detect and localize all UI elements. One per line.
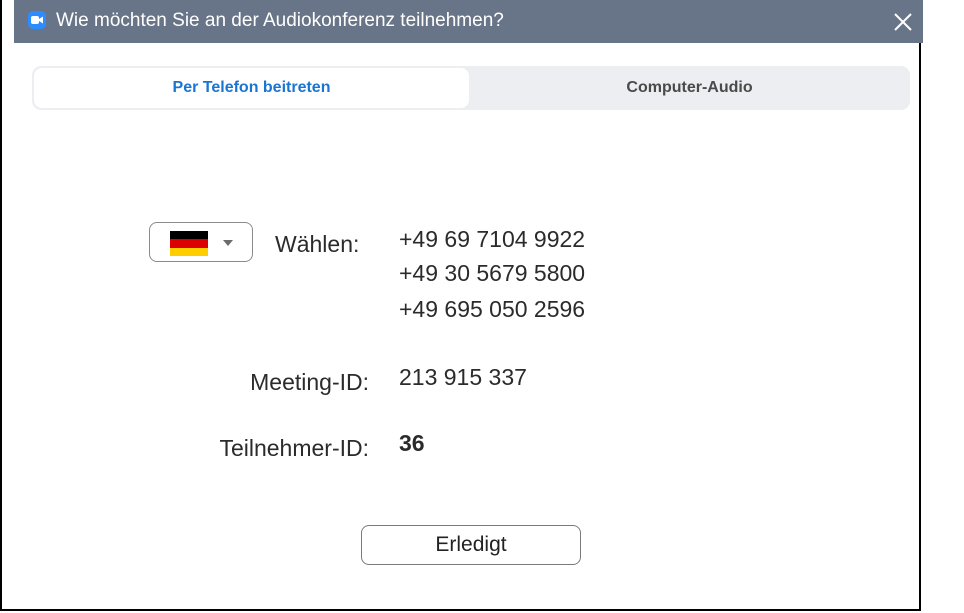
title-bar: Wie möchten Sie an der Audiokonferenz te… <box>14 0 923 43</box>
audio-tabs: Per Telefon beitreten Computer-Audio <box>32 66 910 110</box>
phone-number: +49 695 050 2596 <box>399 296 586 322</box>
participant-id-label: Teilnehmer-ID: <box>219 435 369 461</box>
country-dropdown[interactable] <box>149 222 253 262</box>
germany-flag-icon <box>170 231 208 256</box>
phone-number: +49 30 5679 5800 <box>399 260 586 286</box>
tab-computer-audio[interactable]: Computer-Audio <box>471 68 908 108</box>
tab-phone[interactable]: Per Telefon beitreten <box>34 68 469 108</box>
chevron-down-icon <box>223 240 233 246</box>
participant-id-value: 36 <box>399 430 425 456</box>
zoom-camera-icon <box>28 11 46 29</box>
phone-number: +49 69 7104 9922 <box>399 226 586 252</box>
done-button[interactable]: Erledigt <box>361 525 581 565</box>
dial-label: Wählen: <box>275 231 360 257</box>
close-icon[interactable] <box>893 12 913 32</box>
dialog-title: Wie möchten Sie an der Audiokonferenz te… <box>56 10 504 31</box>
audio-conference-dialog: Wie möchten Sie an der Audiokonferenz te… <box>0 0 923 611</box>
meeting-id-value: 213 915 337 <box>399 364 527 390</box>
meeting-id-label: Meeting-ID: <box>250 369 369 395</box>
